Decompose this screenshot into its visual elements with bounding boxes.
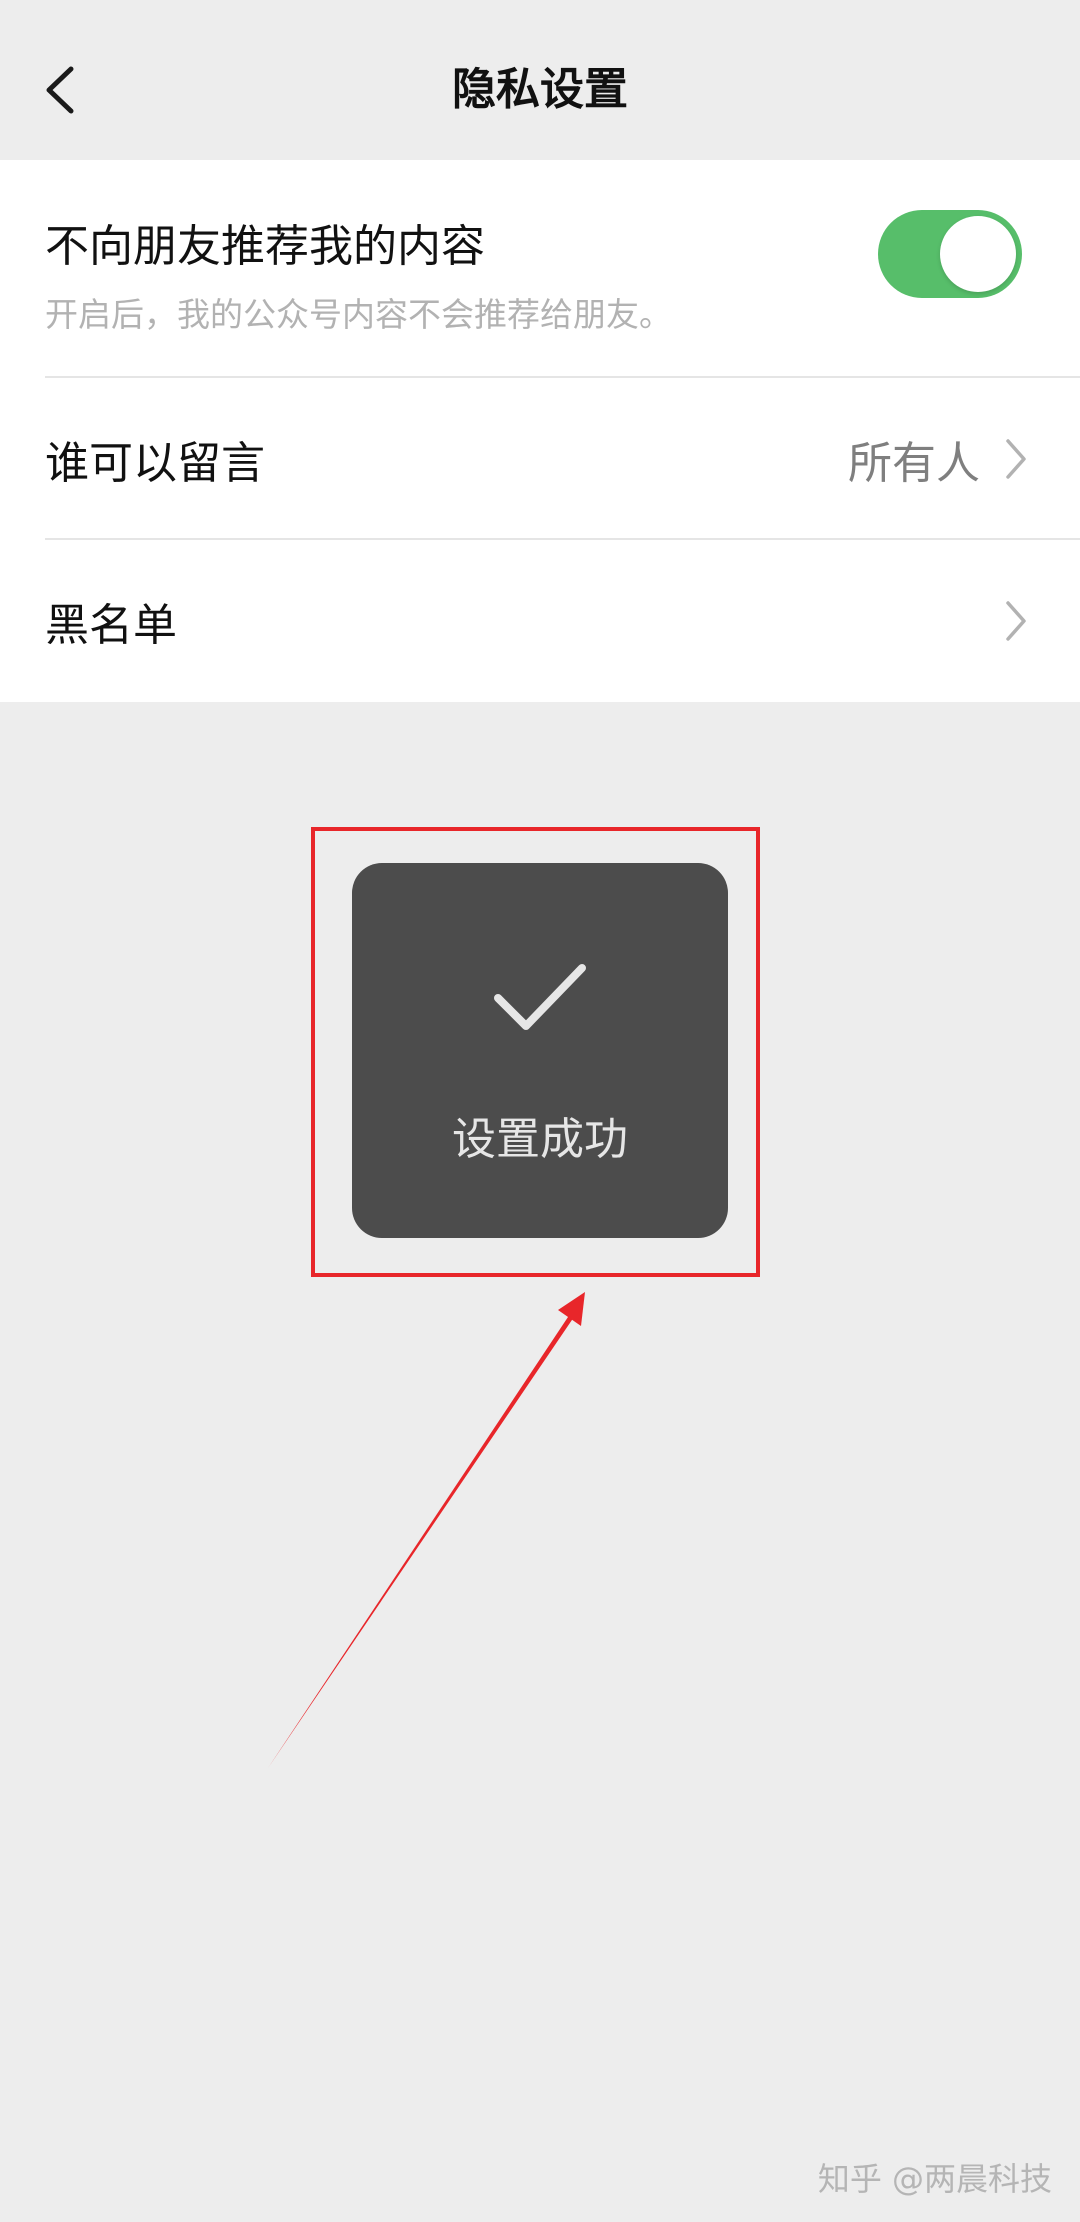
recommend-setting-title: 不向朋友推荐我的内容 [45, 221, 485, 272]
page-title: 隐私设置 [452, 64, 628, 115]
recommend-setting-description: 开启后，我的公众号内容不会推荐给朋友。 [45, 295, 672, 334]
recommend-toggle[interactable] [878, 210, 1022, 298]
toggle-knob [940, 216, 1016, 292]
comment-permission-value: 所有人 [848, 438, 980, 489]
chevron-right-icon [1006, 601, 1026, 641]
blacklist-title: 黑名单 [45, 600, 177, 651]
settings-card: 不向朋友推荐我的内容 开启后，我的公众号内容不会推荐给朋友。 谁可以留言 所有人… [0, 160, 1080, 702]
nav-bar: 隐私设置 [0, 0, 1080, 160]
back-button[interactable] [30, 50, 90, 130]
comment-permission-row[interactable]: 谁可以留言 所有人 [0, 378, 1080, 540]
chevron-left-icon [46, 66, 74, 114]
toast-message: 设置成功 [452, 1114, 628, 1165]
watermark: 知乎 @两晨科技 [817, 2160, 1052, 2198]
checkmark-icon [494, 964, 586, 1030]
comment-permission-title: 谁可以留言 [45, 438, 265, 489]
blacklist-row[interactable]: 黑名单 [0, 540, 1080, 702]
chevron-right-icon [1006, 439, 1026, 479]
success-toast: 设置成功 [352, 863, 728, 1238]
recommend-setting-row: 不向朋友推荐我的内容 开启后，我的公众号内容不会推荐给朋友。 [0, 160, 1080, 378]
